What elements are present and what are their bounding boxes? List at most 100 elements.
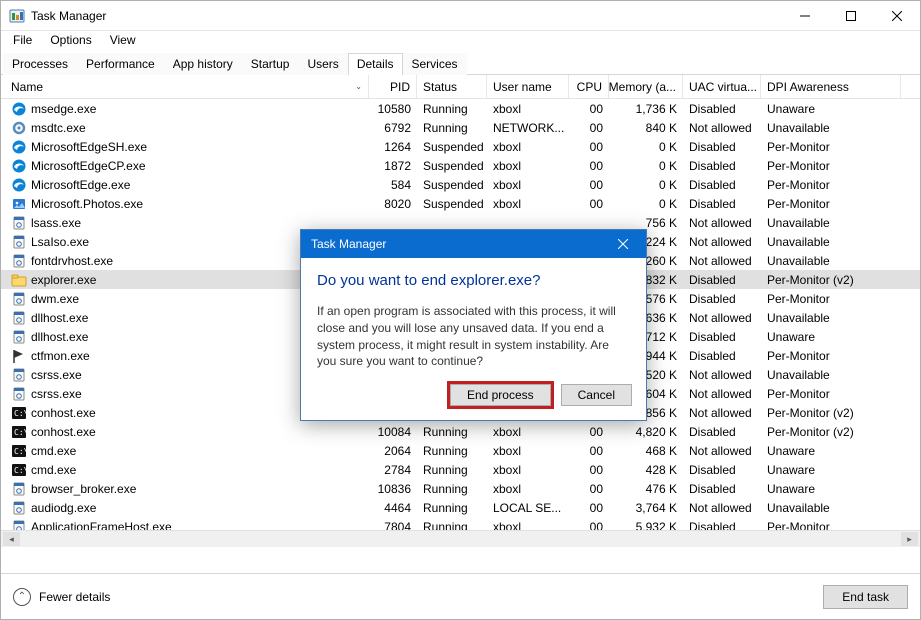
cell-dpi: Per-Monitor [761,197,901,211]
close-button[interactable] [874,1,920,31]
cell-pid: 2064 [369,444,417,458]
scroll-right-icon[interactable]: ▸ [901,532,918,546]
process-icon [11,500,27,516]
process-name: conhost.exe [31,425,96,439]
table-row[interactable]: Microsoft.Photos.exe8020Suspendedxboxl00… [1,194,920,213]
cell-dpi: Unaware [761,330,901,344]
cell-status: Suspended [417,140,487,154]
end-task-button[interactable]: End task [823,585,908,609]
cell-dpi: Unavailable [761,121,901,135]
cell-status: Running [417,102,487,116]
table-row[interactable]: MicrosoftEdgeCP.exe1872Suspendedxboxl000… [1,156,920,175]
cell-status: Running [417,482,487,496]
table-row[interactable]: C:\conhost.exe10084Runningxboxl004,820 K… [1,422,920,441]
cell-status: Running [417,520,487,531]
col-name[interactable]: Name⌄ [1,75,369,98]
process-icon [11,253,27,269]
cell-mem: 0 K [609,140,683,154]
cell-pid: 1872 [369,159,417,173]
table-row[interactable]: msdtc.exe6792RunningNETWORK...00840 KNot… [1,118,920,137]
table-row[interactable]: msedge.exe10580Runningxboxl001,736 KDisa… [1,99,920,118]
process-icon [11,310,27,326]
process-icon [11,139,27,155]
col-cpu[interactable]: CPU [569,75,609,98]
cell-uac: Not allowed [683,387,761,401]
tab-users[interactable]: Users [298,53,347,75]
process-icon [11,272,27,288]
cancel-button[interactable]: Cancel [561,384,632,406]
col-status[interactable]: Status [417,75,487,98]
cell-cpu: 00 [569,178,609,192]
fewer-details-button[interactable]: ⌃ Fewer details [13,588,110,606]
tab-details[interactable]: Details [348,53,403,75]
table-row[interactable]: C:\cmd.exe2784Runningxboxl00428 KDisable… [1,460,920,479]
process-name: dwm.exe [31,292,79,306]
cell-pid: 6792 [369,121,417,135]
cell-pid: 10836 [369,482,417,496]
tabstrip: ProcessesPerformanceApp historyStartupUs… [1,51,920,75]
minimize-button[interactable] [782,1,828,31]
process-name: cmd.exe [31,444,76,458]
cell-user: NETWORK... [487,121,569,135]
horizontal-scrollbar[interactable]: ◂ ▸ [1,530,920,547]
window-title: Task Manager [31,9,106,23]
cell-cpu: 00 [569,463,609,477]
cell-user: xboxl [487,197,569,211]
cell-pid: 10084 [369,425,417,439]
cell-uac: Disabled [683,482,761,496]
process-name: fontdrvhost.exe [31,254,113,268]
tab-performance[interactable]: Performance [77,53,164,75]
scroll-left-icon[interactable]: ◂ [3,532,20,546]
process-name: MicrosoftEdge.exe [31,178,130,192]
process-name: csrss.exe [31,368,82,382]
menu-file[interactable]: File [5,32,40,48]
col-dpi[interactable]: DPI Awareness [761,75,901,98]
cell-dpi: Unaware [761,482,901,496]
end-process-button[interactable]: End process [450,384,551,406]
col-mem[interactable]: Memory (a... [609,75,683,98]
cell-dpi: Per-Monitor [761,349,901,363]
cell-pid: 2784 [369,463,417,477]
cell-uac: Disabled [683,102,761,116]
cell-uac: Not allowed [683,235,761,249]
dialog-close-button[interactable] [610,234,636,254]
maximize-button[interactable] [828,1,874,31]
table-row[interactable]: browser_broker.exe10836Runningxboxl00476… [1,479,920,498]
cell-status: Running [417,425,487,439]
svg-text:C:\: C:\ [14,447,27,456]
tab-app-history[interactable]: App history [164,53,242,75]
table-row[interactable]: audiodg.exe4464RunningLOCAL SE...003,764… [1,498,920,517]
cell-pid: 8020 [369,197,417,211]
process-name: Microsoft.Photos.exe [31,197,143,211]
process-name: msedge.exe [31,102,96,116]
svg-text:C:\: C:\ [14,466,27,475]
cell-user: xboxl [487,520,569,531]
cell-cpu: 00 [569,197,609,211]
cell-dpi: Per-Monitor (v2) [761,273,901,287]
table-row[interactable]: C:\cmd.exe2064Runningxboxl00468 KNot all… [1,441,920,460]
cell-mem: 428 K [609,463,683,477]
tab-processes[interactable]: Processes [3,53,77,75]
cell-cpu: 00 [569,501,609,515]
menu-options[interactable]: Options [42,32,99,48]
cell-mem: 476 K [609,482,683,496]
cell-cpu: 00 [569,121,609,135]
col-user[interactable]: User name [487,75,569,98]
sort-indicator-icon: ⌄ [355,82,362,91]
tab-services[interactable]: Services [403,53,467,75]
cell-uac: Disabled [683,197,761,211]
process-icon [11,519,27,531]
menu-view[interactable]: View [102,32,144,48]
cell-uac: Not allowed [683,121,761,135]
tab-startup[interactable]: Startup [242,53,299,75]
col-uac[interactable]: UAC virtua... [683,75,761,98]
table-row[interactable]: MicrosoftEdgeSH.exe1264Suspendedxboxl000… [1,137,920,156]
dialog-title: Task Manager [311,237,386,251]
process-name: msdtc.exe [31,121,86,135]
table-row[interactable]: ApplicationFrameHost.exe7804Runningxboxl… [1,517,920,530]
process-icon [11,481,27,497]
col-pid[interactable]: PID [369,75,417,98]
table-row[interactable]: MicrosoftEdge.exe584Suspendedxboxl000 KD… [1,175,920,194]
process-icon [11,196,27,212]
cell-uac: Not allowed [683,368,761,382]
